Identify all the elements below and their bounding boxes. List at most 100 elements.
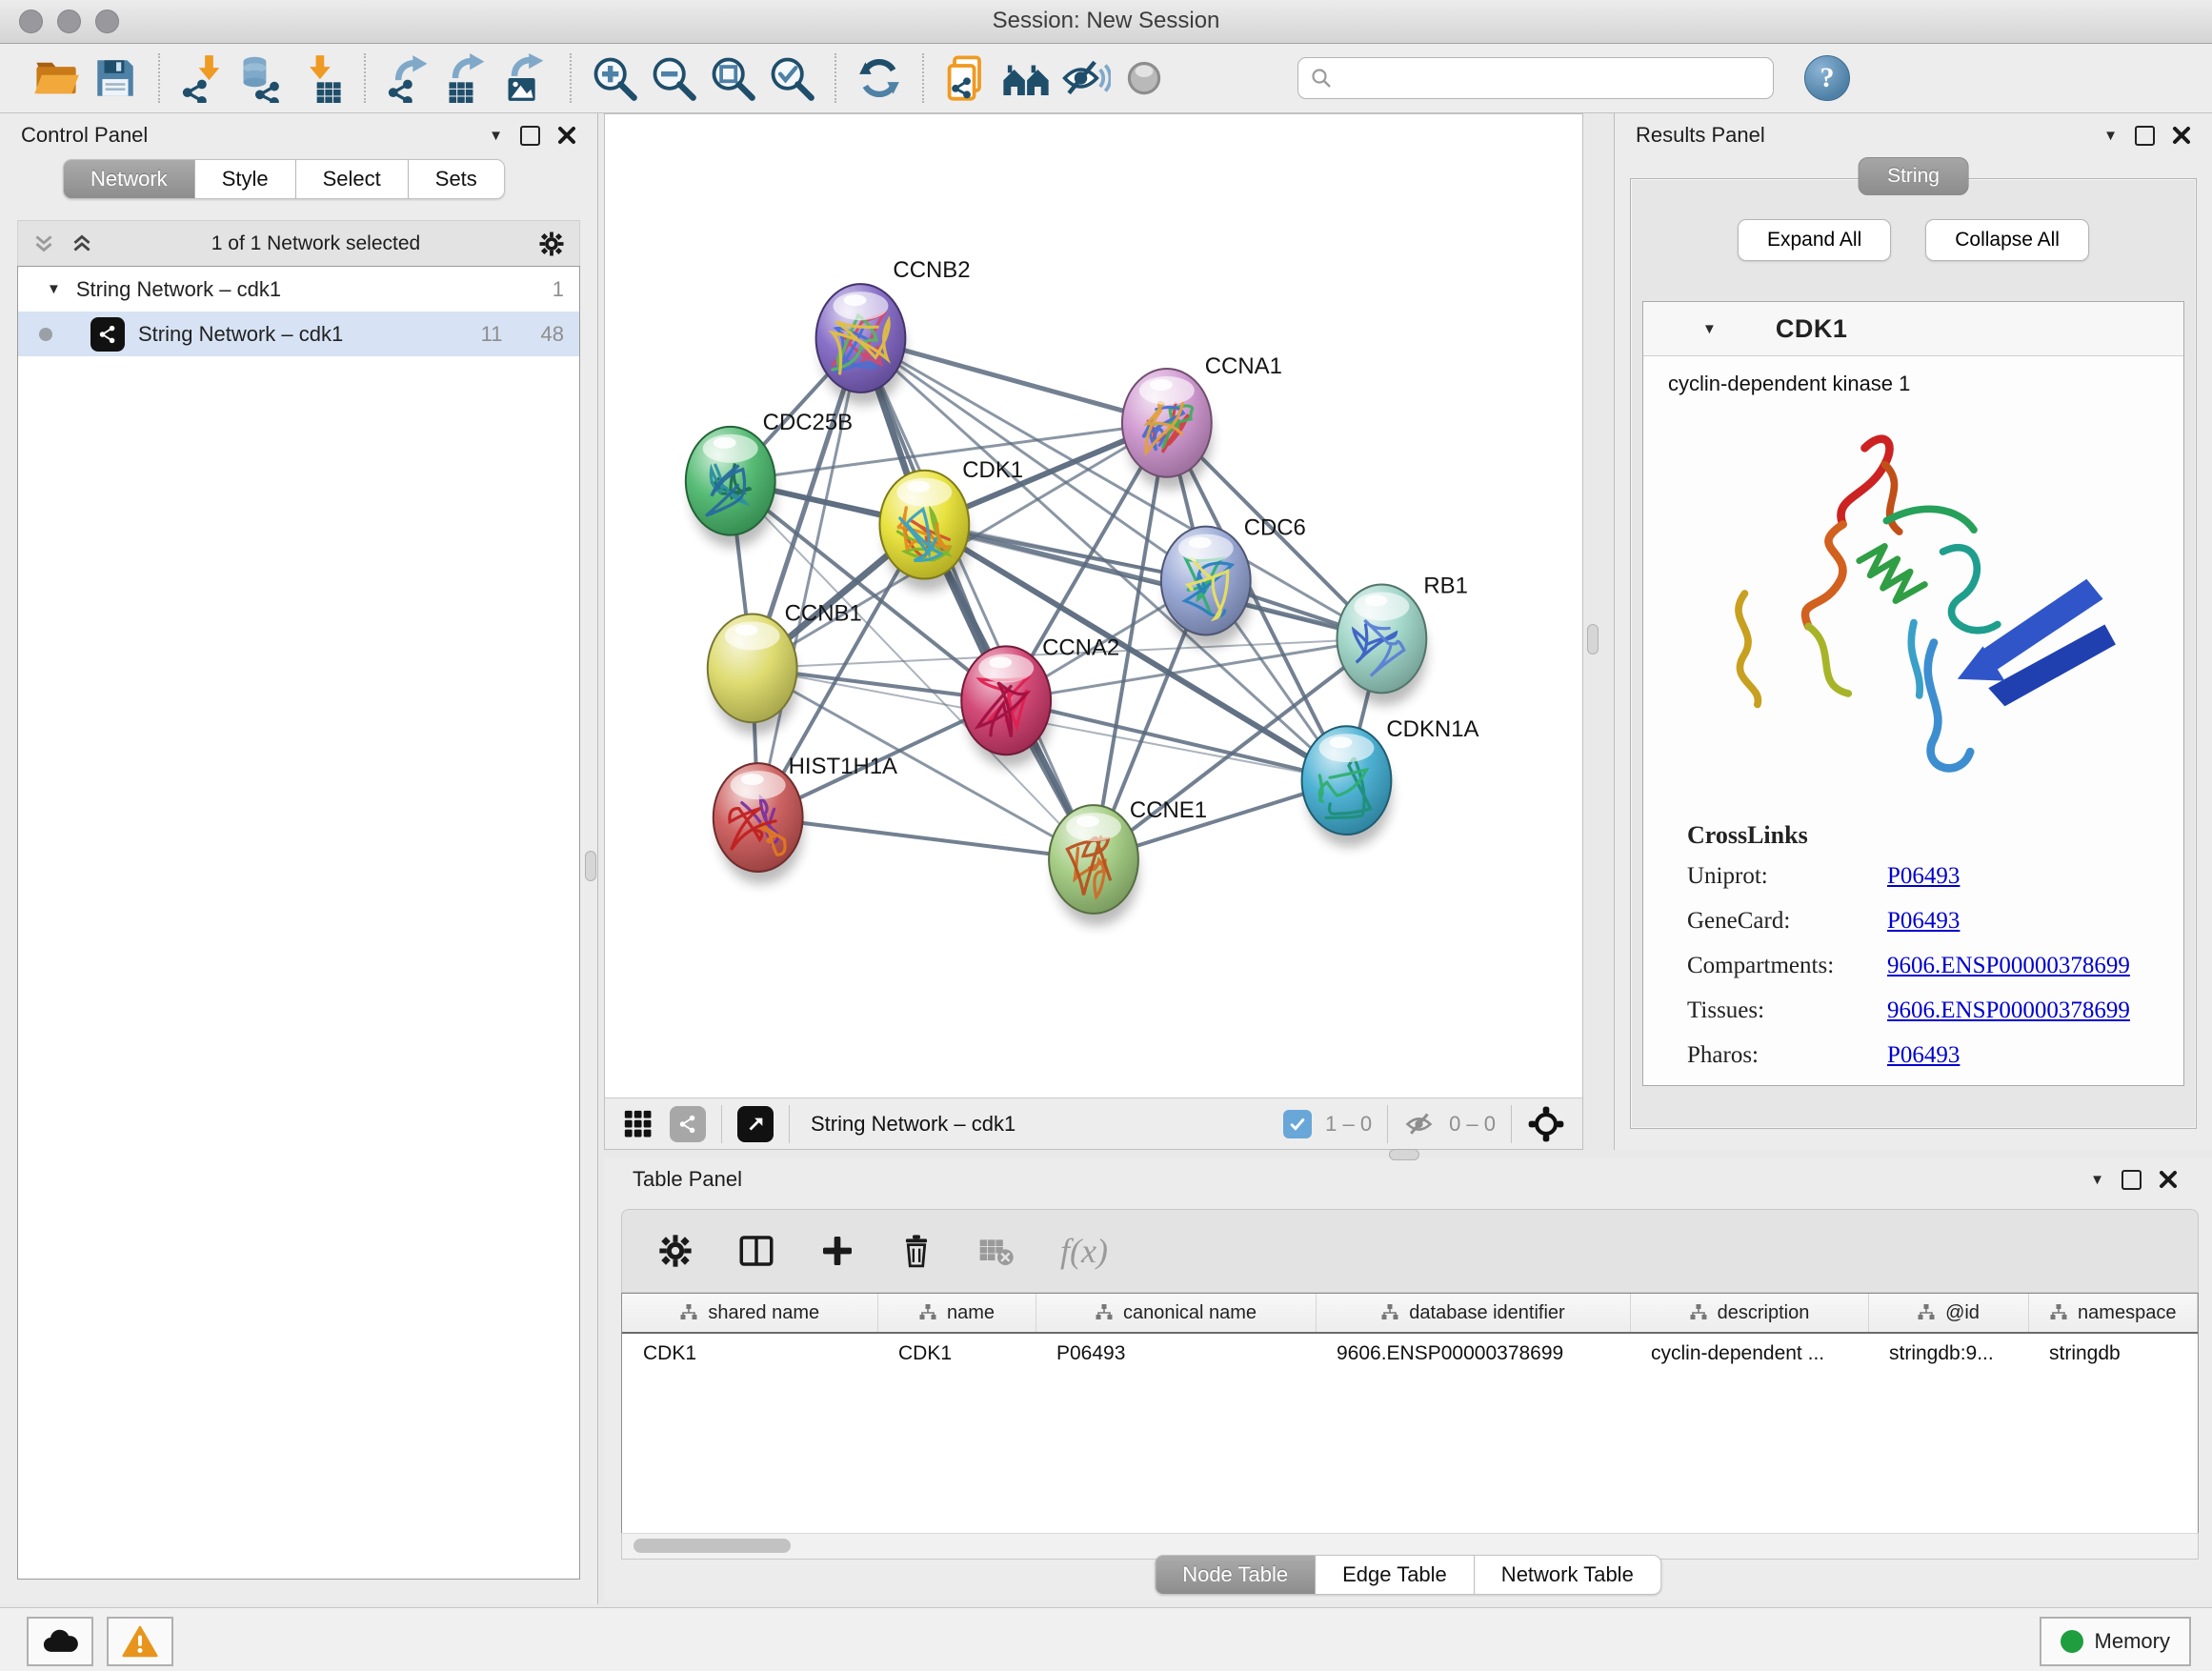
graph-node-CCNE1[interactable]: CCNE1 bbox=[1049, 797, 1207, 926]
selected-checkbox-icon[interactable] bbox=[1283, 1110, 1312, 1138]
scrollbar-thumb[interactable] bbox=[633, 1539, 791, 1553]
add-column-icon[interactable] bbox=[818, 1232, 856, 1270]
expand-all-icon[interactable] bbox=[70, 232, 94, 256]
graph-node-RB1[interactable]: RB1 bbox=[1337, 574, 1468, 706]
expand-all-button[interactable]: Expand All bbox=[1738, 219, 1891, 261]
open-documents-icon[interactable] bbox=[937, 50, 996, 107]
import-table-icon[interactable] bbox=[292, 50, 351, 107]
memory-button[interactable]: Memory bbox=[2040, 1617, 2191, 1666]
open-session-icon[interactable] bbox=[27, 50, 86, 107]
tab-node-table[interactable]: Node Table bbox=[1155, 1555, 1316, 1595]
table-row[interactable]: CDK1 CDK1 P06493 9606.ENSP00000378699 cy… bbox=[622, 1333, 2198, 1374]
global-search-field[interactable] bbox=[1297, 57, 1774, 99]
panel-menu-icon[interactable]: ▼ bbox=[2103, 128, 2118, 144]
column-type-icon bbox=[679, 1303, 698, 1322]
close-panel-icon[interactable] bbox=[2172, 126, 2191, 145]
delete-column-icon[interactable] bbox=[898, 1232, 935, 1270]
tab-sets[interactable]: Sets bbox=[409, 159, 505, 199]
graph-node-label: CDK1 bbox=[962, 457, 1023, 483]
tab-network-table[interactable]: Network Table bbox=[1475, 1555, 1661, 1595]
help-icon[interactable]: ? bbox=[1804, 55, 1850, 101]
zoom-fit-icon[interactable] bbox=[703, 50, 762, 107]
gear-icon[interactable] bbox=[537, 230, 566, 258]
tab-string[interactable]: String bbox=[1858, 157, 1969, 195]
graph-node-HIST1H1A[interactable]: HIST1H1A bbox=[714, 754, 897, 884]
float-panel-icon[interactable] bbox=[2122, 1170, 2142, 1190]
column-header[interactable]: shared name bbox=[622, 1294, 877, 1333]
horizontal-splitter-handle[interactable] bbox=[1389, 1149, 1419, 1160]
node-table[interactable]: shared name name canonical name database… bbox=[621, 1293, 2199, 1535]
export-network-icon[interactable] bbox=[379, 50, 438, 107]
left-splitter-handle[interactable] bbox=[585, 851, 596, 881]
close-panel-icon[interactable] bbox=[2159, 1170, 2178, 1189]
grid-view-icon[interactable] bbox=[622, 1108, 654, 1140]
refresh-layout-icon[interactable] bbox=[850, 50, 909, 107]
show-columns-icon[interactable] bbox=[736, 1231, 776, 1271]
export-table-icon[interactable] bbox=[438, 50, 497, 107]
network-collection-row[interactable]: ▼ String Network – cdk1 1 bbox=[18, 267, 579, 312]
float-panel-icon[interactable] bbox=[520, 126, 540, 146]
crosslink-genecard[interactable]: P06493 bbox=[1887, 908, 2183, 935]
panel-menu-icon[interactable]: ▼ bbox=[2090, 1172, 2104, 1188]
collapse-all-icon[interactable] bbox=[31, 232, 56, 256]
tab-network[interactable]: Network bbox=[63, 159, 195, 199]
gene-card-header[interactable]: ▼ CDK1 bbox=[1643, 302, 2183, 356]
edge-count: 48 bbox=[541, 322, 564, 347]
network-status-dot bbox=[39, 328, 52, 341]
column-header[interactable]: @id bbox=[1868, 1294, 2028, 1333]
table-toolbar: f(x) bbox=[621, 1209, 2199, 1293]
graph-node-CDKN1A[interactable]: CDKN1A bbox=[1302, 716, 1479, 847]
search-icon bbox=[1310, 67, 1333, 90]
show-graphics-details-icon[interactable] bbox=[1115, 50, 1174, 107]
import-network-database-icon[interactable] bbox=[232, 50, 292, 107]
column-header[interactable]: description bbox=[1630, 1294, 1868, 1333]
collection-expander-icon[interactable]: ▼ bbox=[47, 281, 61, 297]
collapse-all-button[interactable]: Collapse All bbox=[1925, 219, 2089, 261]
network-row-selected[interactable]: String Network – cdk1 11 48 bbox=[18, 312, 579, 356]
crosslink-tissues[interactable]: 9606.ENSP00000378699 bbox=[1887, 997, 2183, 1024]
zoom-selected-icon[interactable] bbox=[762, 50, 821, 107]
export-image-icon[interactable] bbox=[497, 50, 556, 107]
graph-node-CDC25B[interactable]: CDC25B bbox=[686, 410, 853, 548]
float-panel-icon[interactable] bbox=[2135, 126, 2155, 146]
graph-edge[interactable] bbox=[860, 338, 1094, 859]
hide-selected-eye-icon[interactable] bbox=[1056, 50, 1115, 107]
graph-edge[interactable] bbox=[1006, 700, 1346, 780]
table-settings-gear-icon[interactable] bbox=[656, 1232, 694, 1270]
network-share-icon[interactable] bbox=[670, 1106, 706, 1142]
first-neighbors-icon[interactable] bbox=[996, 50, 1056, 107]
search-input[interactable] bbox=[1340, 67, 1773, 91]
network-canvas[interactable]: CCNB2CCNA1CDC25BCDK1CDC6RB1CCNB1CCNA2CDK… bbox=[605, 114, 1582, 1097]
column-header[interactable]: canonical name bbox=[1036, 1294, 1316, 1333]
window-title: Session: New Session bbox=[0, 8, 2212, 34]
tab-edge-table[interactable]: Edge Table bbox=[1316, 1555, 1475, 1595]
table-header-row: shared name name canonical name database… bbox=[622, 1294, 2198, 1333]
tab-style[interactable]: Style bbox=[195, 159, 296, 199]
close-panel-icon[interactable] bbox=[557, 126, 576, 145]
right-splitter-handle[interactable] bbox=[1587, 624, 1599, 654]
graph-edge[interactable] bbox=[758, 817, 1094, 859]
panel-menu-icon[interactable]: ▼ bbox=[489, 128, 503, 144]
birdseye-view-icon[interactable] bbox=[737, 1106, 774, 1142]
graph-node-label: CCNA1 bbox=[1205, 353, 1282, 379]
save-session-icon[interactable] bbox=[86, 50, 145, 107]
column-type-icon bbox=[918, 1303, 937, 1322]
crosslink-compartments[interactable]: 9606.ENSP00000378699 bbox=[1887, 953, 2183, 979]
tab-select[interactable]: Select bbox=[296, 159, 409, 199]
graph-node-CCNB1[interactable]: CCNB1 bbox=[708, 600, 862, 735]
column-header[interactable]: database identifier bbox=[1316, 1294, 1630, 1333]
zoom-out-icon[interactable] bbox=[644, 50, 703, 107]
control-panel-tabs: Network Style Select Sets bbox=[63, 159, 505, 199]
gene-expander-icon[interactable]: ▼ bbox=[1702, 321, 1717, 337]
crosslink-pharos[interactable]: P06493 bbox=[1887, 1042, 2183, 1069]
graph-node-CCNB2[interactable]: CCNB2 bbox=[816, 257, 971, 405]
zoom-in-icon[interactable] bbox=[585, 50, 644, 107]
crosslink-uniprot[interactable]: P06493 bbox=[1887, 863, 2183, 890]
column-header[interactable]: name bbox=[877, 1294, 1036, 1333]
import-network-file-icon[interactable] bbox=[173, 50, 232, 107]
column-header[interactable]: namespace bbox=[2028, 1294, 2198, 1333]
cloud-status-button[interactable] bbox=[27, 1617, 93, 1666]
graph-node-CCNA1[interactable]: CCNA1 bbox=[1122, 353, 1282, 490]
warning-status-button[interactable] bbox=[107, 1617, 173, 1666]
fit-content-crosshair-icon[interactable] bbox=[1527, 1105, 1565, 1143]
